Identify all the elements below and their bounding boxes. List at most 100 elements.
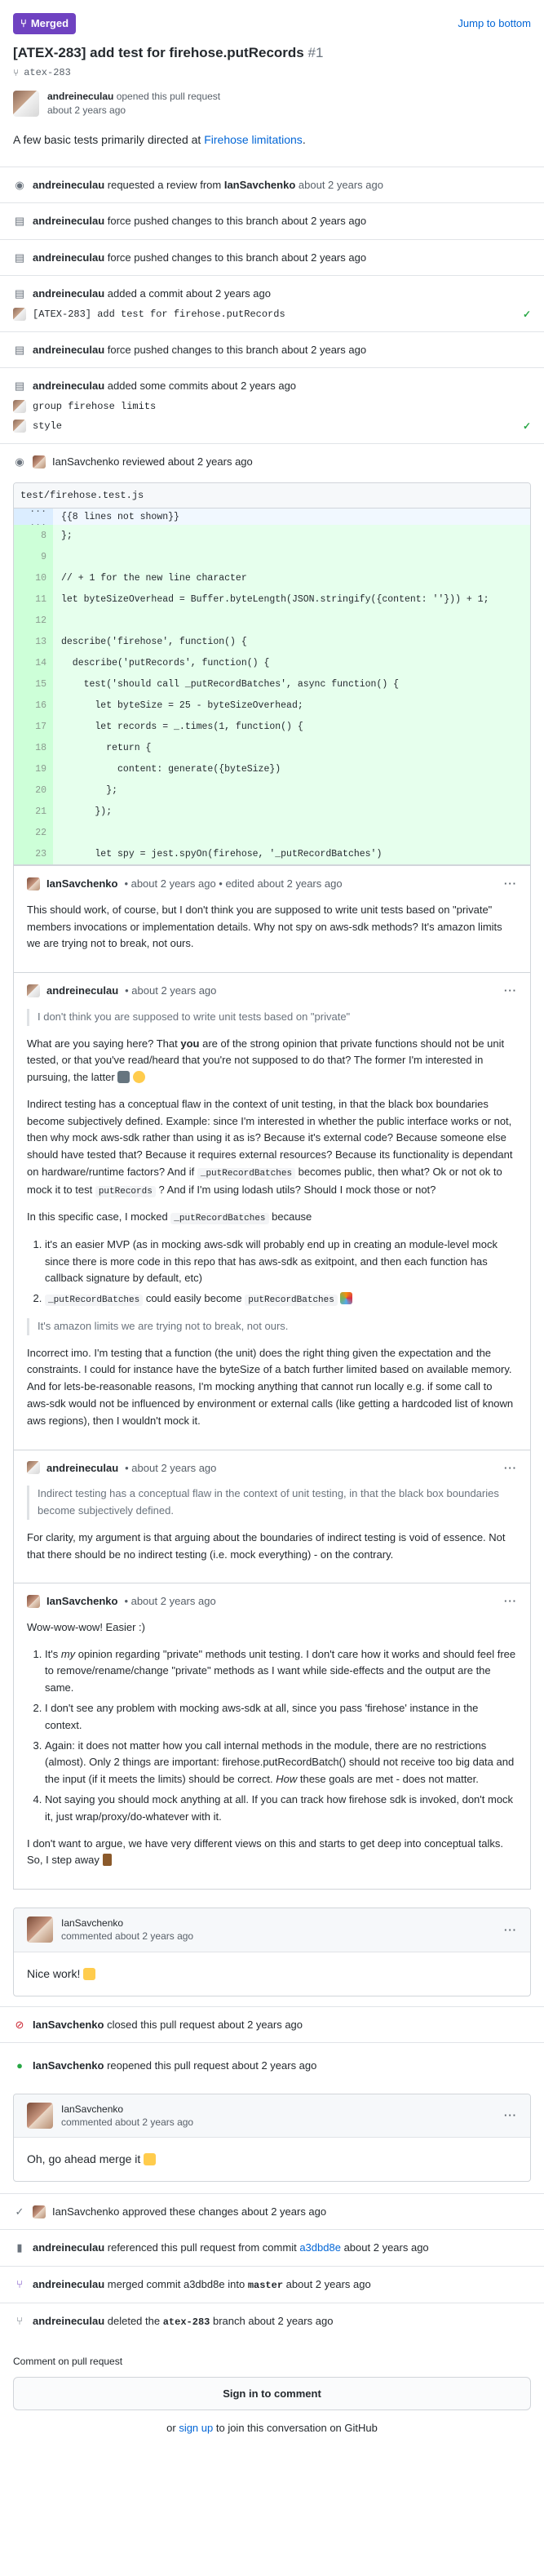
event-time[interactable]: about 2 years ago <box>248 2315 333 2327</box>
kebab-menu-icon[interactable]: ··· <box>504 1593 517 1610</box>
kebab-menu-icon[interactable]: ··· <box>504 1922 517 1939</box>
comment-time[interactable]: commented about 2 years ago <box>61 2116 193 2128</box>
avatar[interactable] <box>13 307 26 321</box>
diff-hunk-text[interactable]: {{8 lines not shown}} <box>53 510 179 524</box>
event-time[interactable]: about 2 years ago <box>211 380 296 392</box>
event-actor[interactable]: andreineculau <box>33 179 104 191</box>
branch-name[interactable]: atex-283 <box>24 65 71 80</box>
comment-author[interactable]: IanSavchenko <box>61 1917 123 1929</box>
kebab-menu-icon[interactable]: ··· <box>504 1460 517 1477</box>
review-comment: IanSavchenko • about 2 years ago • edite… <box>13 865 531 974</box>
comment-meta[interactable]: • about 2 years ago <box>125 1460 216 1477</box>
avatar[interactable] <box>27 2102 53 2129</box>
event-time[interactable]: about 2 years ago <box>241 2205 326 2218</box>
commit-message-link[interactable]: style <box>33 419 516 433</box>
inline-code: _putRecordBatches <box>45 1295 144 1307</box>
comment-meta[interactable]: • about 2 years ago <box>125 983 216 999</box>
commit-sha-link[interactable]: a3dbd8e <box>299 2241 341 2254</box>
commit-message-link[interactable]: [ATEX-283] add test for firehose.putReco… <box>33 307 516 322</box>
comment-author[interactable]: andreineculau <box>46 983 118 999</box>
avatar[interactable] <box>13 419 26 433</box>
branch-name[interactable]: master <box>248 2280 283 2291</box>
firehose-limitations-link[interactable]: Firehose limitations <box>204 133 303 146</box>
kebab-menu-icon[interactable]: ··· <box>504 983 517 999</box>
event-time[interactable]: about 2 years ago <box>186 287 271 300</box>
diff-line-number[interactable]: 18 <box>14 737 53 759</box>
avatar[interactable] <box>27 1461 40 1475</box>
avatar[interactable] <box>27 984 40 997</box>
review-actor[interactable]: IanSavchenko <box>52 455 119 468</box>
sign-up-link[interactable]: sign up <box>179 2422 213 2434</box>
comment-meta[interactable]: • about 2 years ago <box>124 1593 215 1610</box>
event-actor[interactable]: IanSavchenko <box>33 2059 104 2072</box>
diff-line-number[interactable]: 8 <box>14 525 53 547</box>
event-actor[interactable]: andreineculau <box>33 380 104 392</box>
comment-author[interactable]: andreineculau <box>46 1460 118 1477</box>
text-italic: my <box>60 1647 76 1660</box>
comment-author[interactable]: IanSavchenko <box>46 1593 117 1610</box>
avatar[interactable] <box>33 2205 46 2218</box>
sign-in-button[interactable]: Sign in to comment <box>13 2376 531 2411</box>
branch-name[interactable]: atex-283 <box>163 2316 210 2328</box>
comment-meta[interactable]: • about 2 years ago • edited about 2 yea… <box>124 876 342 892</box>
event-text: added a commit <box>107 287 184 300</box>
diff-line-number[interactable]: 20 <box>14 779 53 802</box>
diff-line-code: let byteSize = 25 - byteSizeOverhead; <box>61 700 303 711</box>
comment-box: IanSavchenko commented about 2 years ago … <box>13 2093 531 2182</box>
diff-line-number[interactable]: 9 <box>14 546 53 568</box>
text: opinion regarding "private" methods unit… <box>45 1647 516 1694</box>
diff-line: 9 <box>14 546 530 568</box>
event-time[interactable]: about 2 years ago <box>218 2019 303 2031</box>
commit-message-link[interactable]: group firehose limits <box>33 399 531 414</box>
diff-line-number[interactable]: 15 <box>14 673 53 695</box>
event-time[interactable]: about 2 years ago <box>281 251 366 264</box>
signup-line: or sign up to join this conversation on … <box>13 2420 531 2436</box>
diff-line-number[interactable]: 13 <box>14 631 53 653</box>
kebab-menu-icon[interactable]: ··· <box>504 2107 517 2124</box>
sign-in-section: Comment on pull request Sign in to comme… <box>13 2354 531 2436</box>
event-time[interactable]: about 2 years ago <box>281 215 366 227</box>
diff-line-number[interactable]: 11 <box>14 588 53 611</box>
diff-line-number[interactable]: 17 <box>14 716 53 738</box>
event-target[interactable]: IanSavchenko <box>224 179 295 191</box>
diff-line-number[interactable]: 10 <box>14 567 53 589</box>
diff-line-code: content: generate({byteSize}) <box>61 763 281 775</box>
event-time[interactable]: about 2 years ago <box>299 179 383 191</box>
avatar[interactable] <box>13 399 26 413</box>
event-actor[interactable]: IanSavchenko <box>52 2205 119 2218</box>
event-time[interactable]: about 2 years ago <box>286 2278 371 2290</box>
review-file-name[interactable]: test/firehose.test.js <box>14 483 530 509</box>
event-actor[interactable]: andreineculau <box>33 287 104 300</box>
event-actor[interactable]: andreineculau <box>33 2241 104 2254</box>
avatar[interactable] <box>27 1916 53 1943</box>
event-actor[interactable]: andreineculau <box>33 2315 104 2327</box>
avatar[interactable] <box>27 877 40 891</box>
jump-to-bottom-link[interactable]: Jump to bottom <box>458 16 531 32</box>
diff-line-number[interactable]: 12 <box>14 610 53 632</box>
event-actor[interactable]: IanSavchenko <box>33 2019 104 2031</box>
event-actor[interactable]: andreineculau <box>33 344 104 356</box>
comment-time[interactable]: commented about 2 years ago <box>61 1930 193 1942</box>
diff-line-number[interactable]: 19 <box>14 758 53 780</box>
commit-sha-link[interactable]: a3dbd8e <box>184 2278 225 2290</box>
diff-line-number[interactable]: 21 <box>14 801 53 823</box>
event-time[interactable]: about 2 years ago <box>232 2059 316 2072</box>
avatar[interactable] <box>13 90 39 117</box>
diff-line-number[interactable]: 23 <box>14 843 53 865</box>
avatar[interactable] <box>33 455 46 469</box>
event-actor[interactable]: andreineculau <box>33 251 104 264</box>
diff-line-number[interactable]: 14 <box>14 652 53 674</box>
diff-line-number[interactable]: ... ... <box>14 504 53 529</box>
event-time[interactable]: about 2 years ago <box>281 344 366 356</box>
event-actor[interactable]: andreineculau <box>33 215 104 227</box>
comment-author[interactable]: IanSavchenko <box>61 2103 123 2115</box>
comment-author[interactable]: IanSavchenko <box>46 876 117 892</box>
event-time[interactable]: about 2 years ago <box>344 2241 429 2254</box>
diff-line-number[interactable]: 16 <box>14 695 53 717</box>
diff-line-number[interactable]: 22 <box>14 822 53 844</box>
review-time[interactable]: about 2 years ago <box>168 455 253 468</box>
opener-author[interactable]: andreineculau <box>47 91 113 102</box>
event-actor[interactable]: andreineculau <box>33 2278 104 2290</box>
kebab-menu-icon[interactable]: ··· <box>504 876 517 892</box>
avatar[interactable] <box>27 1595 40 1609</box>
